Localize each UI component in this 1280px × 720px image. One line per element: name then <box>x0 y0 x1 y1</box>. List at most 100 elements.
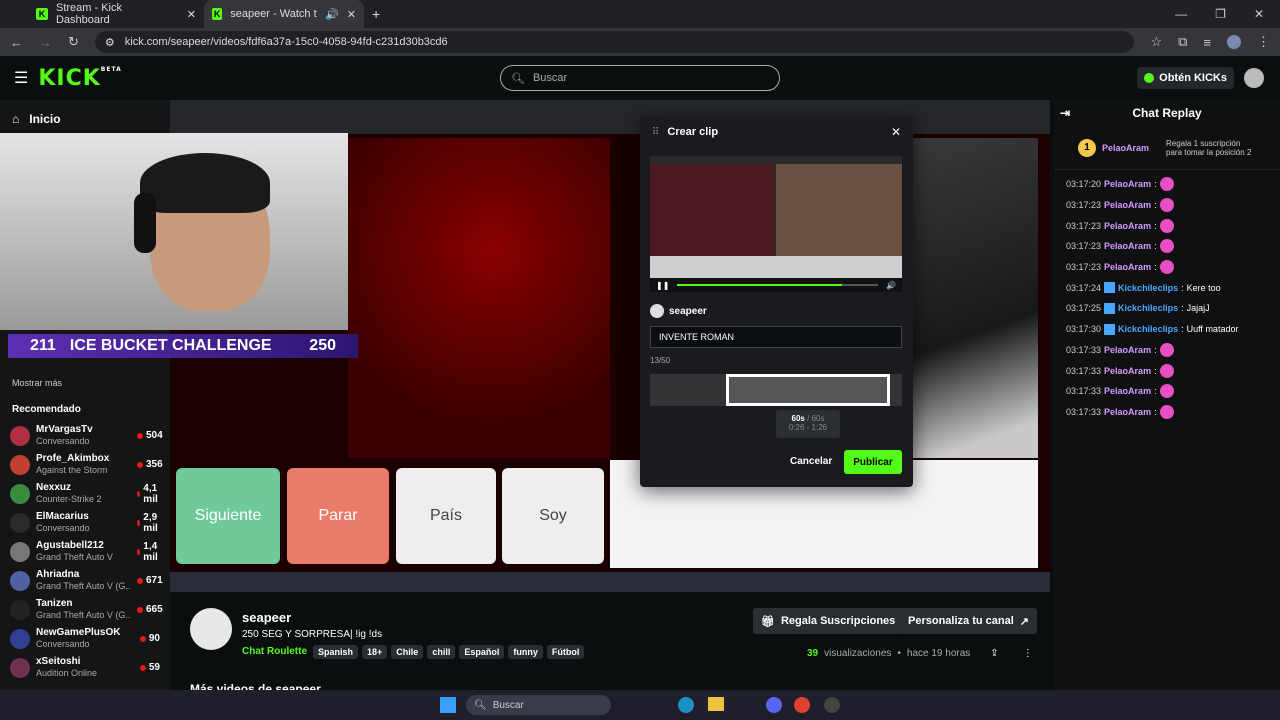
pinned-user[interactable]: PelaoAram <box>1102 143 1149 153</box>
new-tab-button[interactable]: + <box>364 0 388 28</box>
drag-handle-icon[interactable]: ⠿ <box>652 127 659 138</box>
clip-preview[interactable]: ❚❚ 🔊 <box>650 156 902 292</box>
message-user[interactable]: PelaoAram <box>1104 366 1151 376</box>
more-options-icon[interactable]: ⋮ <box>1023 648 1033 659</box>
share-icon[interactable]: ⇪ <box>990 648 998 659</box>
recommended-channel[interactable]: NewGamePlusOK Conversando 90 <box>0 624 170 653</box>
red-stranger-video <box>348 138 610 458</box>
recommended-channel[interactable]: Profe_Akimbox Against the Storm 356 <box>0 450 170 479</box>
message-user[interactable]: PelaoAram <box>1104 200 1151 210</box>
tag-chip[interactable]: Español <box>459 645 505 659</box>
tab-audio-icon[interactable]: 🔊 <box>325 8 339 21</box>
recommended-channel[interactable]: Nexxuz Counter-Strike 2 4,1 mil <box>0 479 170 508</box>
category-link[interactable]: Chat Roulette <box>242 646 307 657</box>
volume-icon[interactable]: 🔊 <box>886 281 896 290</box>
user-avatar[interactable] <box>1244 68 1264 88</box>
gift-subs-button[interactable]: 🎁︎ Regala Suscripciones <box>753 608 904 634</box>
kick-logo[interactable]: KICKBETA <box>38 66 121 91</box>
message-user[interactable]: Kickchileclips <box>1118 324 1178 334</box>
extensions-icon[interactable]: ⧉ <box>1178 34 1187 50</box>
windows-start-icon[interactable] <box>440 697 456 713</box>
get-kicks-button[interactable]: Obtén KICKs <box>1137 67 1234 89</box>
viewer-count: 1,4 mil <box>137 541 160 563</box>
colon: : <box>1154 386 1157 397</box>
viewer-count: 356 <box>137 459 163 470</box>
tag-chip[interactable]: 18+ <box>362 645 388 659</box>
message-user[interactable]: PelaoAram <box>1104 262 1151 272</box>
taskbar-search[interactable]: 🔍︎ Buscar <box>466 695 611 715</box>
media-control-icon[interactable]: ≡ <box>1203 35 1211 50</box>
clip-timeline[interactable] <box>650 374 902 406</box>
pause-icon[interactable]: ❚❚ <box>656 281 669 290</box>
url-field[interactable]: ⚙ kick.com/seapeer/videos/fdf6a37a-15c0-… <box>94 31 1135 53</box>
tab-title: Stream - Kick Dashboard <box>55 2 122 26</box>
timeline-selection[interactable] <box>726 374 890 406</box>
show-more-link[interactable]: Mostrar más <box>0 378 170 392</box>
browser-tab-dashboard[interactable]: K Stream - Kick Dashboard ✕ <box>28 0 204 28</box>
publish-button[interactable]: Publicar <box>844 450 902 474</box>
button-siguiente[interactable]: Siguiente <box>176 468 280 564</box>
message-user[interactable]: PelaoAram <box>1104 241 1151 251</box>
chrome-icon[interactable] <box>794 697 810 713</box>
tag-chip[interactable]: Chile <box>391 645 424 659</box>
tag-chip[interactable]: Spanish <box>313 645 359 659</box>
message-user[interactable]: PelaoAram <box>1104 221 1151 231</box>
message-user[interactable]: PelaoAram <box>1104 407 1151 417</box>
cancel-button[interactable]: Cancelar <box>786 452 836 471</box>
duration-value: 60s <box>791 414 805 423</box>
live-dot-icon <box>137 461 143 468</box>
recommended-channel[interactable]: Agustabell212 Grand Theft Auto V 1,4 mil <box>0 537 170 566</box>
message-time: 03:17:30 <box>1066 324 1102 335</box>
preview-progress[interactable] <box>677 284 879 286</box>
obs-icon[interactable] <box>824 697 840 713</box>
message-user[interactable]: PelaoAram <box>1104 386 1151 396</box>
search-input[interactable]: 🔍︎ Buscar <box>500 65 780 91</box>
message-user[interactable]: PelaoAram <box>1104 179 1151 189</box>
close-window-icon[interactable]: ✕ <box>1254 7 1264 21</box>
close-icon[interactable]: ✕ <box>891 125 901 139</box>
live-dot-icon <box>137 519 141 526</box>
recommended-channel[interactable]: Ahriadna Grand Theft Auto V (G... 671 <box>0 566 170 595</box>
channel-name: Profe_Akimbox <box>36 453 110 464</box>
clip-title-input[interactable]: INVENTE ROMAN <box>650 326 902 348</box>
button-parar[interactable]: Parar <box>287 468 389 564</box>
get-kicks-label: Obtén KICKs <box>1159 72 1227 84</box>
collapse-chat-icon[interactable]: ⇥ <box>1060 106 1070 120</box>
customize-channel-button[interactable]: Personaliza tu canal ↗ <box>900 608 1037 634</box>
button-pais[interactable]: País <box>396 468 496 564</box>
recommended-channel[interactable]: Tanizen Grand Theft Auto V (G... 665 <box>0 595 170 624</box>
stream-title: 250 SEG Y SORPRESA| !ig !ds <box>242 629 383 640</box>
channel-name[interactable]: seapeer <box>242 610 291 625</box>
preview-bottom <box>650 256 902 278</box>
recommended-channel[interactable]: MrVargasTv Conversando 504 <box>0 421 170 450</box>
back-icon[interactable]: ← <box>10 35 23 50</box>
tab-close-icon[interactable]: ✕ <box>347 8 356 21</box>
tag-chip[interactable]: Fútbol <box>546 645 585 659</box>
tag-chip[interactable]: chill <box>427 645 456 659</box>
address-bar-row: ← → ↻ ⚙ kick.com/seapeer/videos/fdf6a37a… <box>0 28 1280 56</box>
message-user[interactable]: Kickchileclips <box>1118 303 1178 313</box>
site-info-icon[interactable]: ⚙ <box>105 36 115 49</box>
button-soy[interactable]: Soy <box>502 468 604 564</box>
edge-icon[interactable] <box>678 697 694 713</box>
forward-icon[interactable]: → <box>39 35 52 50</box>
profile-icon[interactable] <box>1227 35 1241 49</box>
hamburger-menu-icon[interactable]: ☰ <box>14 68 28 88</box>
colon: : <box>1154 179 1157 190</box>
message-user[interactable]: Kickchileclips <box>1118 283 1178 293</box>
minimize-icon[interactable]: — <box>1175 7 1187 21</box>
recommended-channel[interactable]: ElMacarius Conversando 2,9 mil <box>0 508 170 537</box>
recommended-channel[interactable]: xSeitoshi Audition Online 59 <box>0 653 170 682</box>
browser-menu-icon[interactable]: ⋮ <box>1257 34 1270 50</box>
discord-icon[interactable] <box>766 697 782 713</box>
reload-icon[interactable]: ↻ <box>68 34 79 50</box>
tab-close-icon[interactable]: ✕ <box>187 8 196 21</box>
bookmark-star-icon[interactable]: ☆ <box>1150 34 1162 50</box>
file-explorer-icon[interactable] <box>708 697 724 711</box>
maximize-icon[interactable]: ❐ <box>1215 7 1226 21</box>
chat-message: 03:17:23 PelaoAram: <box>1054 257 1280 278</box>
browser-tab-vod[interactable]: K seapeer - Watch the VOD o 🔊 ✕ <box>204 0 364 28</box>
tag-chip[interactable]: funny <box>508 645 543 659</box>
channel-avatar-large[interactable] <box>190 608 232 650</box>
message-user[interactable]: PelaoAram <box>1104 345 1151 355</box>
